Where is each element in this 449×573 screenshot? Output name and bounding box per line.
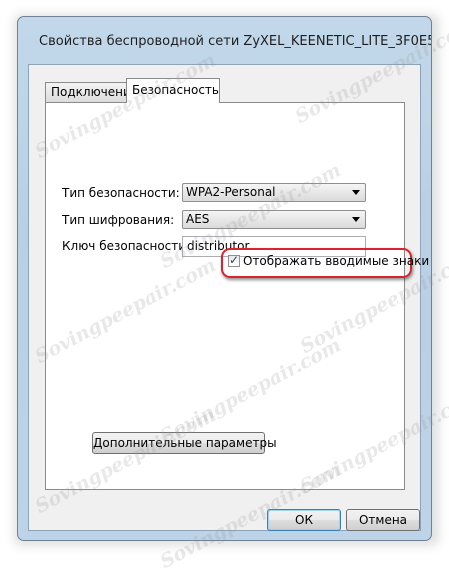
security-type-label: Тип безопасности:	[62, 186, 180, 200]
tab-connection[interactable]: Подключение	[45, 82, 138, 102]
show-chars-checkbox[interactable]: ✓	[228, 253, 240, 267]
dialog-window: Свойства беспроводной сети ZyXEL_KEENETI…	[17, 16, 432, 541]
security-panel: Тип безопасности: WPA2-Personal Тип шифр…	[45, 102, 429, 490]
encryption-type-select[interactable]: AES	[182, 210, 366, 229]
dialog-client-area: Подключение Безопасность Тип безопасност…	[28, 64, 429, 531]
dropdown-arrow-icon	[352, 217, 360, 222]
show-chars-row[interactable]: ✓ Отображать вводимые знаки	[228, 253, 430, 270]
window-title: Свойства беспроводной сети ZyXEL_KEENETI…	[39, 34, 432, 49]
ok-button[interactable]: ОК	[267, 509, 341, 531]
encryption-type-value: AES	[186, 212, 210, 226]
cancel-button[interactable]: Отмена	[346, 509, 420, 531]
advanced-settings-button[interactable]: Дополнительные параметры	[92, 432, 277, 454]
security-type-value: WPA2-Personal	[186, 185, 276, 199]
security-type-select[interactable]: WPA2-Personal	[182, 183, 366, 202]
show-chars-label: Отображать вводимые знаки	[243, 254, 430, 268]
checkmark-icon: ✓	[229, 253, 240, 267]
tab-security[interactable]: Безопасность	[126, 78, 220, 103]
dropdown-arrow-icon	[352, 190, 360, 195]
encryption-type-label: Тип шифрования:	[62, 213, 175, 227]
